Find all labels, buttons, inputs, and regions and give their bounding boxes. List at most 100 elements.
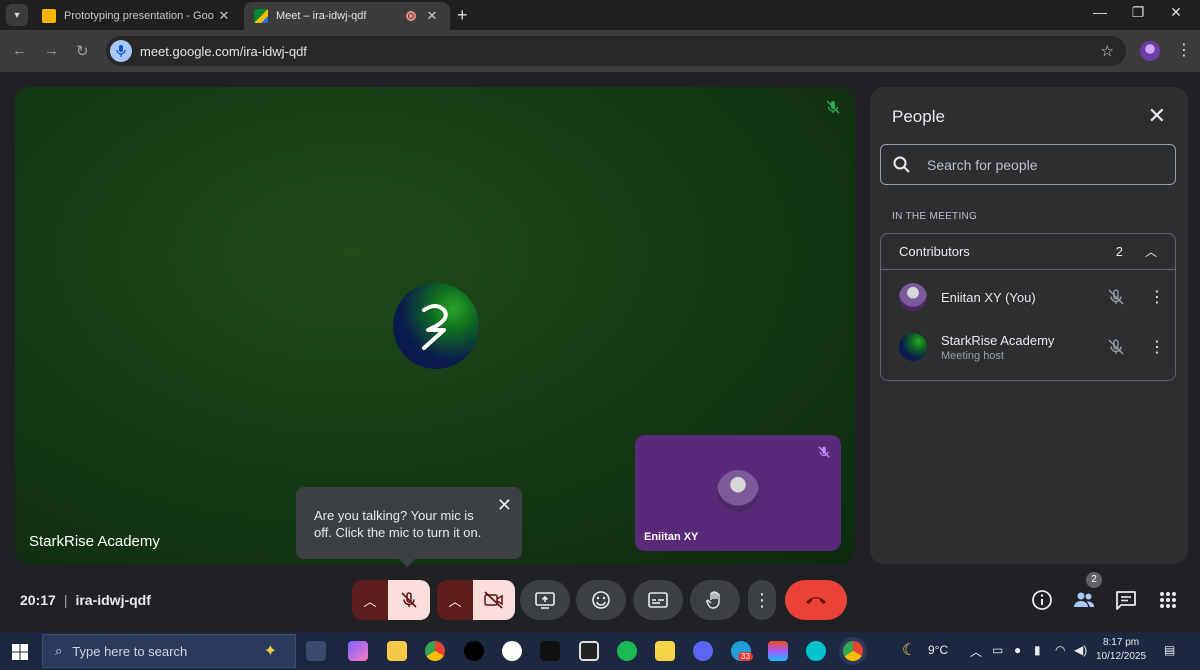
- file-explorer-icon[interactable]: [387, 641, 407, 661]
- volume-icon[interactable]: ◀): [1074, 643, 1087, 657]
- meet-icon: [254, 9, 268, 23]
- minimize-icon[interactable]: —: [1090, 4, 1110, 20]
- profile-avatar[interactable]: [1140, 41, 1160, 61]
- meet-stage: StarkRise Academy Eniitan XY Are you tal…: [0, 72, 1200, 632]
- meeting-code: ira-idwj-qdf: [75, 592, 151, 608]
- task-view-icon[interactable]: [306, 641, 326, 661]
- figma-icon[interactable]: [768, 641, 788, 661]
- panel-title: People: [892, 107, 945, 126]
- participant-row[interactable]: StarkRise Academy Meeting host ⋮: [881, 324, 1177, 370]
- chat-icon[interactable]: [1115, 589, 1137, 611]
- address-bar[interactable]: meet.google.com/ira-idwj-qdf ☆: [106, 36, 1126, 66]
- github-icon[interactable]: [502, 641, 522, 661]
- mic-off-icon: [401, 592, 417, 608]
- tab-search-button[interactable]: ▾: [6, 4, 28, 26]
- more-options-button[interactable]: ⋮: [748, 580, 776, 620]
- x-icon[interactable]: [464, 641, 484, 661]
- section-label: IN THE MEETING: [892, 211, 978, 222]
- group-label: Contributors: [899, 244, 970, 259]
- weather-temp[interactable]: 9°C: [928, 643, 948, 657]
- reload-icon[interactable]: ↻: [76, 42, 89, 60]
- tab-meet[interactable]: Meet – ira-idwj-qdf ✕: [244, 2, 450, 30]
- mic-toggle-button[interactable]: [388, 580, 430, 620]
- windows-start-icon[interactable]: [12, 644, 28, 660]
- weather-moon-icon[interactable]: ☾: [902, 640, 916, 660]
- raise-hand-button[interactable]: [690, 580, 740, 620]
- people-count-badge: 2: [1086, 572, 1102, 588]
- site-mic-icon[interactable]: [110, 40, 132, 62]
- taskbar-search[interactable]: ⌕ Type here to search ✦: [42, 634, 296, 668]
- self-video-tile[interactable]: Eniitan XY: [635, 435, 841, 551]
- participant-name: Eniitan XY (You): [941, 289, 1036, 305]
- browser-tabstrip: ▾ Prototyping presentation - Goo ✕ Meet …: [0, 0, 1200, 30]
- notification-badge: 33: [738, 652, 753, 661]
- back-icon[interactable]: ←: [12, 42, 27, 59]
- wifi-icon[interactable]: ◠: [1055, 643, 1065, 657]
- participant-role: Meeting host: [941, 349, 1004, 362]
- slides-icon: [42, 9, 56, 23]
- bookmark-star-icon[interactable]: ☆: [1101, 42, 1114, 60]
- copilot-sparkle-icon: ✦: [263, 643, 277, 660]
- muted-mic-icon: [826, 100, 840, 114]
- close-tab-icon[interactable]: ✕: [216, 8, 232, 24]
- search-icon: ⌕: [55, 643, 63, 658]
- battery-icon[interactable]: ▮: [1034, 643, 1041, 657]
- chrome-icon[interactable]: [425, 641, 445, 661]
- participant-avatar: [899, 333, 927, 361]
- discord-icon[interactable]: [693, 641, 713, 661]
- muted-mic-icon: [1108, 339, 1124, 355]
- leave-call-button[interactable]: [785, 580, 847, 620]
- copilot-icon[interactable]: [348, 641, 368, 661]
- meeting-time: 20:17: [20, 592, 56, 608]
- chrome-active-icon[interactable]: [843, 641, 863, 661]
- chevron-up-icon[interactable]: ︿: [970, 643, 982, 660]
- close-window-icon[interactable]: ✕: [1166, 4, 1186, 21]
- info-icon[interactable]: [1031, 589, 1053, 611]
- muted-mic-icon: [1108, 289, 1124, 305]
- starkrise-logo-icon: [422, 304, 448, 350]
- contributors-header[interactable]: Contributors 2 ︿: [881, 234, 1175, 270]
- close-tab-icon[interactable]: ✕: [424, 8, 440, 24]
- spotify-icon[interactable]: [617, 641, 637, 661]
- browser-menu-icon[interactable]: ⋮: [1176, 40, 1192, 60]
- notifications-icon[interactable]: ▤: [1164, 643, 1175, 657]
- chevron-up-icon[interactable]: ︿: [1145, 243, 1157, 260]
- host-name-label: StarkRise Academy: [29, 533, 160, 550]
- self-avatar: [717, 470, 759, 512]
- more-options-icon[interactable]: ⋮: [1149, 287, 1165, 307]
- self-name-label: Eniitan XY: [644, 531, 699, 543]
- new-tab-button[interactable]: +: [457, 5, 468, 26]
- video-settings-chevron-icon[interactable]: ︿: [437, 580, 473, 620]
- emoji-icon: [592, 591, 610, 609]
- search-icon: [893, 156, 910, 173]
- participant-info: StarkRise Academy Meeting host: [941, 333, 1107, 362]
- audio-settings-chevron-icon[interactable]: ︿: [352, 580, 388, 620]
- forward-icon[interactable]: →: [44, 42, 59, 59]
- restore-icon[interactable]: ❐: [1128, 4, 1148, 21]
- windows-taskbar: ⌕ Type here to search ✦ 33 ☾ 9°C ︿ ▭ ● ▮…: [0, 632, 1200, 670]
- tab-title: Meet – ira-idwj-qdf: [276, 10, 367, 22]
- obs-icon[interactable]: [579, 641, 599, 661]
- people-icon[interactable]: [1073, 589, 1095, 611]
- app-icon[interactable]: [540, 641, 560, 661]
- camera-control-group: ︿: [437, 580, 515, 620]
- more-options-icon[interactable]: ⋮: [1149, 337, 1165, 357]
- taskbar-search-placeholder: Type here to search: [72, 643, 188, 659]
- clock-time: 8:17 pm: [1102, 637, 1140, 648]
- close-icon[interactable]: ✕: [497, 496, 512, 514]
- system-clock[interactable]: 8:17 pm 10/12/2025: [1096, 636, 1146, 664]
- people-search[interactable]: [880, 144, 1176, 185]
- camera-toggle-button[interactable]: [473, 580, 515, 620]
- people-search-input[interactable]: [927, 156, 1147, 173]
- participant-row[interactable]: Eniitan XY (You) ⋮: [881, 274, 1177, 320]
- activities-grid-icon[interactable]: [1157, 589, 1179, 611]
- mic-tray-icon[interactable]: ●: [1014, 643, 1021, 657]
- tab-prototyping[interactable]: Prototyping presentation - Goo ✕: [32, 2, 242, 30]
- reactions-button[interactable]: [576, 580, 626, 620]
- present-screen-button[interactable]: [520, 580, 570, 620]
- close-panel-icon[interactable]: ✕: [1148, 103, 1166, 129]
- sticky-notes-icon[interactable]: [655, 641, 675, 661]
- canva-icon[interactable]: [806, 641, 826, 661]
- meet-tray-icon[interactable]: ▭: [992, 643, 1003, 657]
- captions-button[interactable]: [633, 580, 683, 620]
